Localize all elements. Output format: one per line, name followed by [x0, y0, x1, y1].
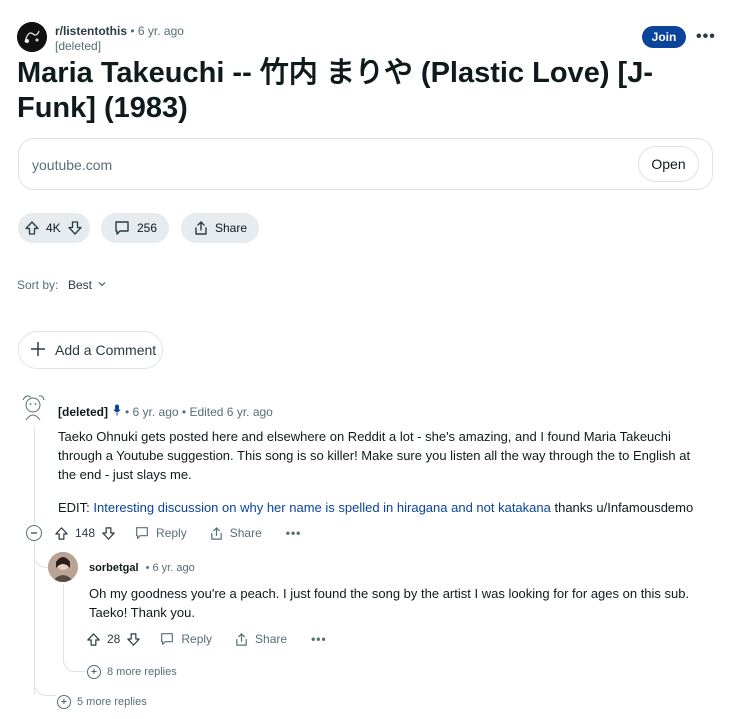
downvote-icon: [102, 526, 115, 540]
edit-link[interactable]: Interesting discussion on why her name i…: [93, 500, 550, 515]
downvote-button[interactable]: [101, 526, 116, 541]
comment-author-row: sorbetgal • 6 yr. ago: [89, 562, 195, 574]
reply-label: Reply: [181, 632, 213, 646]
more-options-icon[interactable]: •••: [311, 632, 327, 646]
upvote-icon[interactable]: [24, 220, 40, 236]
downvote-button[interactable]: [126, 632, 141, 647]
share-button[interactable]: Share: [234, 632, 287, 647]
subreddit-link[interactable]: r/listentothis: [55, 24, 127, 38]
thread-branch: [63, 648, 87, 672]
thread-line[interactable]: [34, 426, 35, 524]
post-author: [deleted]: [55, 39, 102, 53]
post-title: Maria Takeuchi -- 竹内 まりや (Plastic Love) …: [17, 57, 653, 124]
comment-actions: 148 Reply Share •••: [54, 525, 301, 541]
reply-icon: [136, 527, 148, 539]
thread-branch: [34, 672, 56, 696]
more-replies-label: 8 more replies: [107, 666, 177, 678]
reply-icon: [161, 633, 174, 645]
more-replies-label: 5 more replies: [77, 696, 147, 708]
open-link-button[interactable]: Open: [638, 146, 699, 182]
sort-value: Best: [68, 278, 93, 292]
comment-meta: • 6 yr. ago • Edited 6 yr. ago: [125, 404, 273, 419]
chevron-down-icon: [97, 278, 107, 292]
sort-label: Sort by:: [17, 278, 59, 292]
comment-author-row: [deleted] • 6 yr. ago • Edited 6 yr. ago: [58, 404, 273, 419]
add-comment-button[interactable]: Add a Comment: [18, 331, 163, 369]
downvote-icon: [127, 632, 141, 646]
add-comment-label: Add a Comment: [55, 342, 157, 358]
share-label: Share: [215, 221, 248, 235]
vote-pill: 4K: [18, 213, 90, 243]
comment-count: 256: [137, 221, 158, 235]
upvote-icon: [87, 632, 100, 646]
vote-count: 28: [107, 632, 121, 646]
reply-button[interactable]: Reply: [134, 525, 187, 541]
mic-icon: [113, 404, 121, 419]
comment-author[interactable]: [deleted]: [58, 405, 108, 419]
comment-author[interactable]: sorbetgal: [89, 562, 139, 574]
edit-prefix: EDIT:: [58, 500, 94, 515]
plus-icon: [29, 340, 47, 361]
upvote-button[interactable]: 28: [86, 632, 120, 647]
comments-button[interactable]: 256: [101, 213, 169, 243]
share-label: Share: [255, 632, 288, 646]
comment-edit: EDIT: Interesting discussion on why her …: [58, 498, 718, 517]
upvote-button[interactable]: 148: [54, 526, 95, 541]
downvote-icon[interactable]: [67, 220, 83, 236]
reply-label: Reply: [156, 526, 187, 540]
plus-circle-icon: +: [57, 695, 71, 709]
sort-dropdown[interactable]: Best: [68, 278, 107, 292]
comment-icon: [113, 219, 131, 237]
avatar[interactable]: [19, 392, 47, 422]
upvote-icon: [55, 526, 68, 540]
thread-branch: [34, 548, 48, 568]
link-card[interactable]: [18, 138, 713, 190]
reply-button[interactable]: Reply: [159, 631, 212, 647]
link-domain[interactable]: youtube.com: [32, 157, 112, 173]
comment-body: Taeko Ohnuki gets posted here and elsewh…: [58, 429, 691, 482]
comment-actions: 28 Reply Share •••: [86, 631, 327, 647]
share-icon: [236, 632, 247, 646]
more-replies-button[interactable]: + 5 more replies: [57, 695, 147, 709]
comment-body: Oh my goodness you're a peach. I just fo…: [89, 586, 690, 620]
subreddit-avatar[interactable]: [17, 22, 47, 52]
collapse-thread-button[interactable]: [26, 525, 42, 541]
vote-count: 148: [75, 526, 96, 540]
more-options-icon[interactable]: •••: [286, 526, 302, 540]
subreddit-name[interactable]: r/listentothis • 6 yr. ago: [55, 24, 184, 38]
join-button[interactable]: Join: [642, 26, 686, 48]
share-button[interactable]: Share: [181, 213, 259, 243]
vote-count: 4K: [46, 221, 61, 235]
share-icon: [193, 220, 209, 236]
share-label: Share: [229, 526, 262, 540]
more-replies-button[interactable]: + 8 more replies: [87, 665, 177, 679]
share-button[interactable]: Share: [209, 526, 262, 541]
comment-meta: • 6 yr. ago: [145, 562, 195, 574]
edit-suffix: thanks u/Infamousdemo: [550, 500, 694, 515]
share-icon: [210, 526, 222, 540]
post-time: 6 yr. ago: [137, 24, 184, 38]
post-more-options-icon[interactable]: •••: [696, 28, 716, 46]
post-time-separator: •: [130, 24, 138, 38]
plus-circle-icon: +: [87, 665, 101, 679]
avatar[interactable]: [48, 552, 78, 582]
